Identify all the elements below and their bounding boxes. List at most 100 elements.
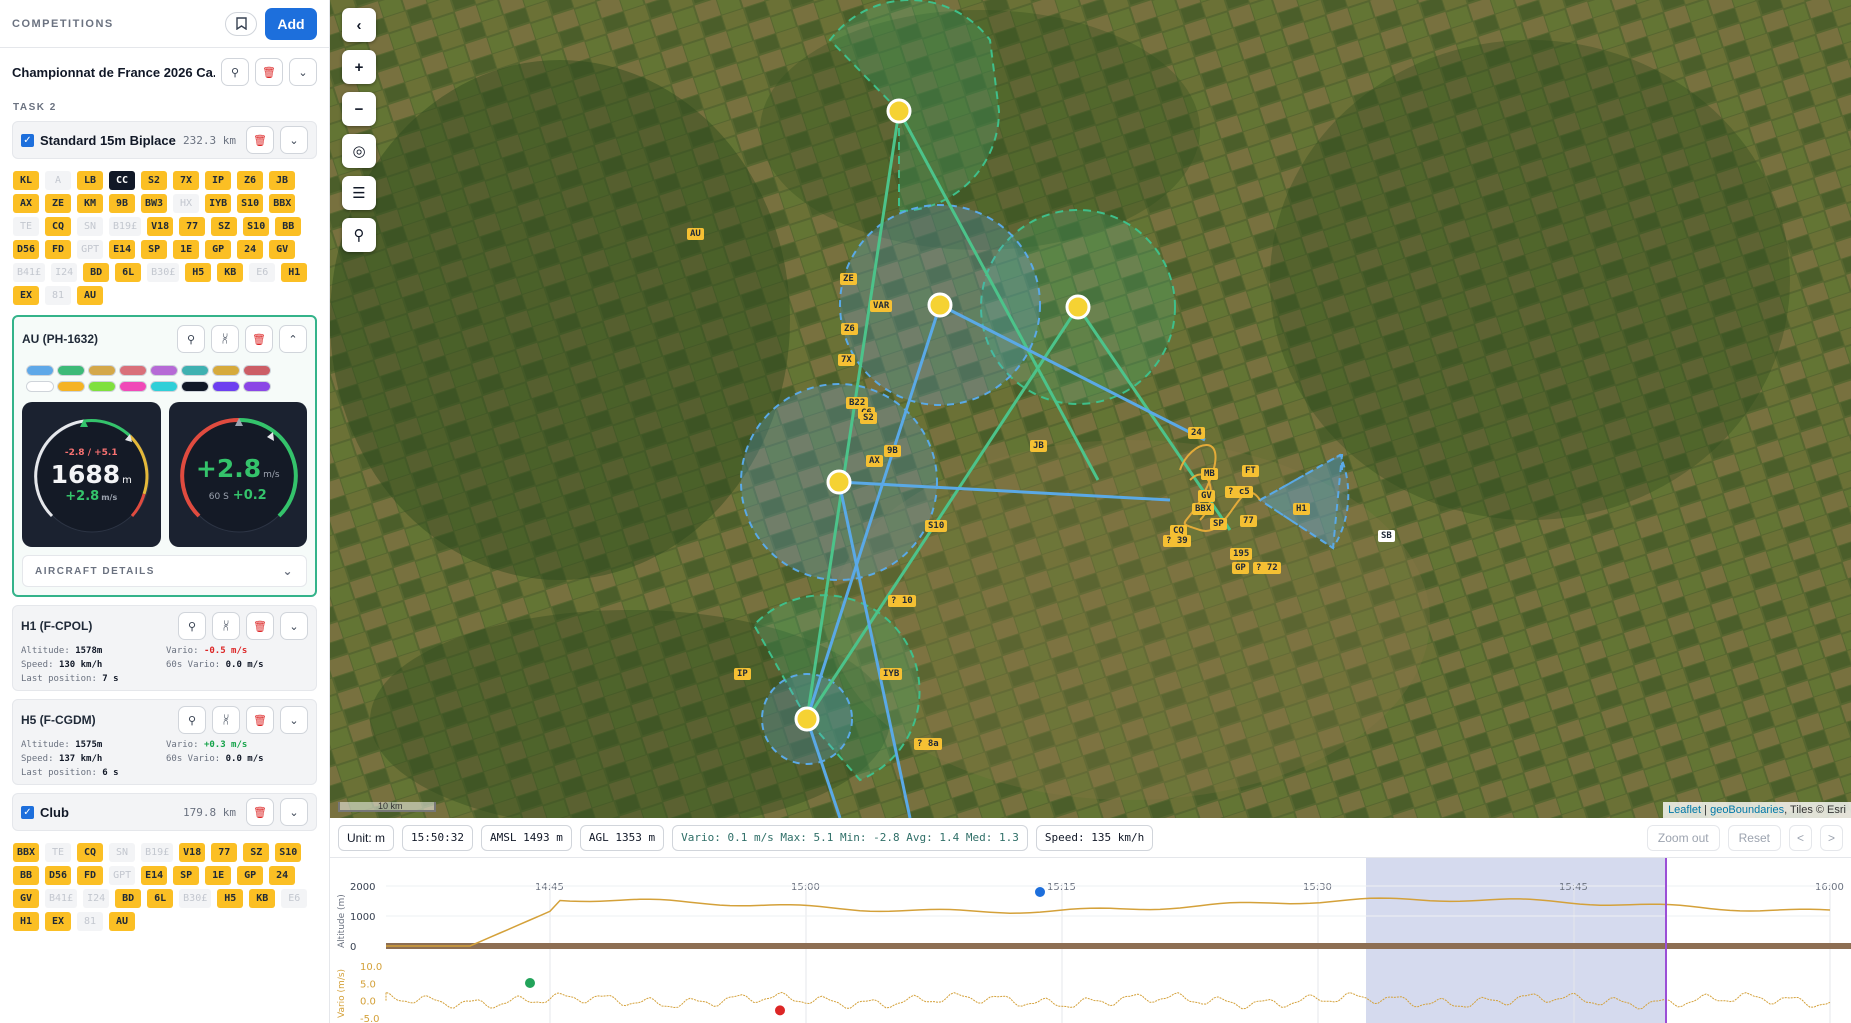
glider-chip[interactable]: E14: [141, 866, 168, 885]
glider-chip[interactable]: IYB: [205, 194, 232, 213]
color-swatch[interactable]: [181, 381, 209, 392]
glider-chip[interactable]: SP: [173, 866, 200, 885]
glider-chip[interactable]: H5: [185, 263, 212, 282]
delete-class-button[interactable]: 🗑: [246, 798, 274, 826]
glider-chip[interactable]: I24: [83, 889, 110, 908]
glider-chip[interactable]: KB: [217, 263, 244, 282]
geoboundaries-link[interactable]: geoBoundaries: [1710, 804, 1784, 816]
pin-aircraft-button[interactable]: ⩈: [212, 612, 240, 640]
glider-chip[interactable]: BB: [275, 217, 302, 236]
collapse-aircraft-button[interactable]: ⌃: [279, 325, 307, 353]
color-swatch[interactable]: [150, 381, 178, 392]
glider-marker[interactable]: SP: [1210, 518, 1227, 530]
glider-chip[interactable]: D56: [13, 240, 40, 259]
glider-chip[interactable]: GV: [269, 240, 296, 259]
zoom-in-button[interactable]: +: [342, 50, 376, 84]
glider-chip[interactable]: 24: [269, 866, 296, 885]
unit-selector[interactable]: Unit: m: [338, 824, 395, 851]
add-button[interactable]: Add: [265, 7, 317, 40]
glider-marker[interactable]: 24: [1188, 427, 1205, 439]
class-collapse-button[interactable]: ⌄: [280, 126, 308, 154]
glider-marker[interactable]: H1: [1293, 503, 1310, 515]
glider-chip[interactable]: CC: [109, 171, 135, 190]
leaflet-link[interactable]: Leaflet: [1668, 804, 1701, 816]
glider-chip[interactable]: 9B: [109, 194, 135, 213]
color-swatch[interactable]: [26, 365, 54, 376]
glider-chip[interactable]: AX: [13, 194, 39, 213]
glider-chip[interactable]: SN: [77, 217, 103, 236]
glider-chip[interactable]: KM: [77, 194, 103, 213]
glider-marker[interactable]: VAR: [870, 300, 893, 312]
glider-chip[interactable]: B41£: [13, 263, 46, 282]
glider-marker[interactable]: FT: [1242, 465, 1259, 477]
glider-chip[interactable]: S10: [275, 843, 302, 862]
remove-aircraft-button[interactable]: 🗑: [246, 706, 274, 734]
glider-chip[interactable]: SZ: [243, 843, 270, 862]
color-swatch[interactable]: [243, 365, 271, 376]
glider-chip[interactable]: H1: [13, 912, 39, 931]
glider-chip[interactable]: TE: [45, 843, 72, 862]
color-swatch[interactable]: [26, 381, 54, 392]
glider-chip[interactable]: 1E: [205, 866, 232, 885]
flight-chart[interactable]: 14:45 15:00 15:15 15:30 15:45 16:00 2000 1000 0 A…: [330, 858, 1851, 1023]
color-swatch[interactable]: [88, 365, 116, 376]
glider-chip[interactable]: BBX: [13, 843, 40, 862]
glider-chip[interactable]: B19£: [109, 217, 142, 236]
glider-chip[interactable]: IP: [205, 171, 231, 190]
glider-chip[interactable]: GPT: [109, 866, 136, 885]
search-competition-button[interactable]: ⚲: [221, 58, 249, 86]
glider-marker[interactable]: SB: [1378, 530, 1395, 542]
glider-marker[interactable]: Z6: [841, 323, 858, 335]
color-swatch[interactable]: [119, 381, 147, 392]
color-swatch[interactable]: [88, 381, 116, 392]
glider-chip[interactable]: FD: [45, 240, 72, 259]
color-swatch[interactable]: [212, 381, 240, 392]
locate-button[interactable]: ◎: [342, 134, 376, 168]
remove-aircraft-button[interactable]: 🗑: [245, 325, 273, 353]
glider-chip[interactable]: JB: [269, 171, 295, 190]
glider-chip[interactable]: H5: [217, 889, 244, 908]
zoom-aircraft-button[interactable]: ⚲: [178, 706, 206, 734]
color-swatch[interactable]: [212, 365, 240, 376]
pin-aircraft-button[interactable]: ⩈: [211, 325, 239, 353]
color-swatch[interactable]: [181, 365, 209, 376]
glider-marker[interactable]: 77: [1240, 515, 1257, 527]
glider-marker[interactable]: AX: [866, 455, 883, 467]
glider-chip[interactable]: LB: [77, 171, 103, 190]
glider-chip[interactable]: 77: [211, 843, 238, 862]
glider-chip[interactable]: BD: [115, 889, 142, 908]
glider-marker[interactable]: ? 72: [1253, 562, 1281, 574]
glider-chip[interactable]: BB: [13, 866, 39, 885]
glider-chip[interactable]: S10: [243, 217, 270, 236]
glider-chip[interactable]: ZE: [45, 194, 71, 213]
glider-chip[interactable]: E6: [249, 263, 276, 282]
glider-chip[interactable]: TE: [13, 217, 39, 236]
glider-chip[interactable]: B41£: [45, 889, 78, 908]
glider-marker[interactable]: S2: [860, 412, 877, 424]
glider-chip[interactable]: H1: [281, 263, 308, 282]
glider-marker[interactable]: S10: [925, 520, 948, 532]
glider-marker[interactable]: IP: [734, 668, 751, 680]
glider-chip[interactable]: AU: [77, 286, 103, 305]
glider-chip[interactable]: 77: [179, 217, 206, 236]
remove-aircraft-button[interactable]: 🗑: [246, 612, 274, 640]
glider-chip[interactable]: V18: [179, 843, 206, 862]
glider-chip[interactable]: B30£: [147, 263, 180, 282]
map[interactable]: AUZEVARZ67XB22C6S29BAXJBS1024MBFTGVBBXCQ…: [330, 0, 1851, 818]
glider-chip[interactable]: GP: [205, 240, 232, 259]
glider-chip[interactable]: GV: [13, 889, 39, 908]
color-swatch[interactable]: [243, 381, 271, 392]
glider-marker[interactable]: ZE: [840, 273, 857, 285]
glider-marker[interactable]: ? 8a: [914, 738, 942, 750]
glider-chip[interactable]: I24: [51, 263, 78, 282]
color-swatch[interactable]: [57, 381, 85, 392]
color-swatch[interactable]: [119, 365, 147, 376]
pin-aircraft-button[interactable]: ⩈: [212, 706, 240, 734]
glider-chip[interactable]: V18: [147, 217, 174, 236]
glider-marker[interactable]: IYB: [880, 668, 903, 680]
glider-chip[interactable]: 6L: [115, 263, 142, 282]
glider-chip[interactable]: KB: [249, 889, 276, 908]
layers-button[interactable]: ☰: [342, 176, 376, 210]
glider-marker[interactable]: AU: [687, 228, 704, 240]
glider-chip[interactable]: 24: [237, 240, 264, 259]
